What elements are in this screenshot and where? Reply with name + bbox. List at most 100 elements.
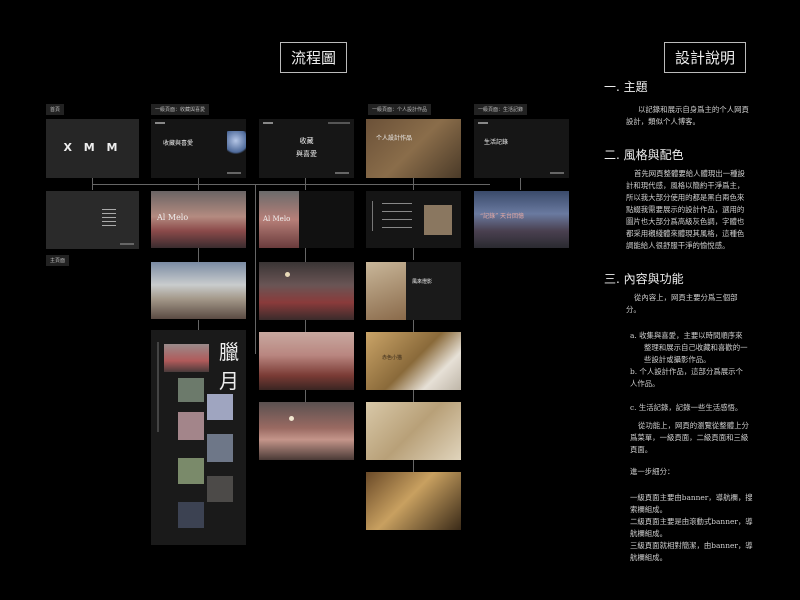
gallery-thumb (178, 458, 204, 484)
detail-title: Al Melo (263, 215, 291, 223)
collect-heading: 收藏與喜愛 (163, 140, 194, 147)
cliff-moon-image[interactable] (259, 402, 354, 460)
collect-intro-mockup[interactable]: 收藏 與喜愛 (259, 119, 354, 178)
nav-links (328, 122, 350, 124)
content-item-c: c. 生活記錄，記錄一些生活感悟。 (630, 403, 743, 412)
connector-line (305, 248, 306, 262)
nav-logo (155, 122, 165, 124)
style-line: 調能給人很舒服干淨的愉悅感。 (626, 241, 730, 250)
nav-logo (263, 122, 273, 124)
tag-level1-life: 一級頁面：生活記錄 (474, 104, 528, 115)
design-works-mockup[interactable]: 个人設計作品 (366, 119, 461, 178)
further-heading: 進一步細分： (630, 467, 675, 476)
life-record-mockup[interactable]: 生活記錄 (474, 119, 569, 178)
life-city-banner[interactable]: “記錄” 天台回憶 (474, 191, 569, 248)
level-line: 一級頁面主要由banner，導航欄，搜 (630, 493, 753, 502)
flower-image (227, 131, 246, 155)
style-line: 所以我大部分使用的都是黑白兩色來 (626, 193, 745, 202)
design-thumb (424, 205, 452, 235)
level-line: 三級頁面就相對簡潔，由banner，導 (630, 541, 753, 550)
style-line: 圖片也大部分爲高級灰色調，字體也 (626, 217, 745, 226)
connector-line (305, 178, 306, 190)
connector-line (92, 184, 490, 185)
life-banner-text: “記錄” 天台回憶 (480, 213, 525, 220)
gallery-thumb (178, 412, 204, 440)
nav-logo (478, 122, 488, 124)
landscape-banner[interactable] (151, 262, 246, 319)
function-line: 從功能上，网頁的瀏覽從整體上分 (638, 421, 749, 430)
connector-line (198, 320, 199, 330)
pager-dots (335, 172, 349, 174)
design-detail-mockup[interactable]: 風來燈影 (366, 262, 461, 320)
theme-line: 設計，類似个人博客。 (626, 117, 700, 126)
connector-line (198, 248, 199, 262)
design-postcards[interactable] (366, 402, 461, 460)
function-line: 爲菜單，一級頁面，二級頁面和三級 (630, 433, 749, 442)
section-content-heading: 三. 內容與功能 (604, 272, 684, 286)
pager-dots (120, 243, 134, 245)
connector-line (413, 248, 414, 260)
design-heading: 个人設計作品 (376, 135, 413, 142)
connector-line (413, 178, 414, 190)
style-line: 點綴我需要展示的設計作品，選用的 (626, 205, 745, 214)
level-line: 航欄組成。 (630, 553, 667, 562)
content-item-b: 人作品。 (630, 379, 660, 388)
level-line: 索欄組成。 (630, 505, 667, 514)
tag-home: 首頁 (46, 104, 65, 115)
connector-line (305, 390, 306, 402)
home-page-mockup[interactable]: X M M (46, 119, 139, 178)
style-line: 都采用襯綫體來體現其風格，這種色 (626, 229, 745, 238)
list-markers (372, 201, 379, 231)
intro-heading-b: 與喜愛 (296, 150, 317, 158)
theme-line: 以記錄和展示自身爲主的个人网頁 (638, 105, 749, 114)
design-book-photo[interactable] (366, 472, 461, 530)
design-list (382, 203, 412, 204)
design-detail-title: 風來燈影 (412, 279, 433, 285)
flowchart-title: 流程圖 (280, 42, 348, 73)
connector-line (413, 320, 414, 332)
pager-dots (227, 172, 241, 174)
style-line: 計和現代感，風格以簡約干淨爲主， (626, 181, 745, 190)
content-item-a: a. 收集與喜愛，主要以時間順序來 (630, 331, 743, 340)
gallery-page-mockup[interactable]: 臘月 (151, 330, 246, 545)
content-line: 分。 (626, 305, 641, 314)
content-line: 從內容上，网頁主要分爲三個部 (634, 293, 738, 302)
life-heading: 生活記錄 (484, 139, 509, 146)
red-mountain-peak[interactable] (259, 332, 354, 390)
pager-dots (550, 172, 564, 174)
style-line: 首先网頁整體要給人體現出一種設 (634, 169, 745, 178)
design-list-mockup[interactable] (366, 191, 461, 248)
content-item-a: 些設計或攝影作品。 (644, 355, 711, 364)
connector-line (305, 320, 306, 332)
gallery-thumb (207, 434, 233, 462)
site-logo: X M M (63, 141, 122, 154)
function-line: 頁面。 (630, 445, 653, 454)
al-melo-banner[interactable]: Al Melo (151, 191, 246, 248)
connector-line (413, 390, 414, 402)
al-melo-detail[interactable]: Al Melo (259, 191, 354, 248)
gallery-hero-image (164, 344, 209, 372)
gallery-thumb (207, 394, 233, 420)
content-item-a: 整理和展示自己收藏和喜歡的一 (644, 343, 748, 352)
collect-page-mockup[interactable]: 收藏與喜愛 (151, 119, 246, 178)
tag-level1-collect: 一級頁面：收藏與喜愛 (151, 104, 210, 115)
level-line: 二級頁面主要是由滾動式banner，導 (630, 517, 753, 526)
side-nav (157, 342, 159, 432)
tag-main-page: 主頁面 (46, 255, 70, 266)
moon-icon (285, 272, 290, 277)
section-theme-heading: 一. 主題 (604, 80, 648, 94)
menu-page-mockup[interactable] (46, 191, 139, 249)
design-notes-title: 設計說明 (664, 42, 747, 73)
red-mountain-moon[interactable] (259, 262, 354, 320)
gallery-thumb (178, 378, 204, 402)
design-detail-image (366, 262, 406, 320)
tag-level1-design: 一級頁面：个人設計作品 (368, 104, 432, 115)
connector-line (413, 460, 414, 472)
connector-line (520, 178, 521, 190)
menu-list (102, 209, 116, 210)
level-line: 航欄組成。 (630, 529, 667, 538)
design-card-photo[interactable]: 赤色小猫 (366, 332, 461, 390)
moon-icon (289, 416, 294, 421)
content-item-b: b. 个人設計作品，這部分爲展示个 (630, 367, 743, 376)
connector-line (255, 184, 256, 354)
